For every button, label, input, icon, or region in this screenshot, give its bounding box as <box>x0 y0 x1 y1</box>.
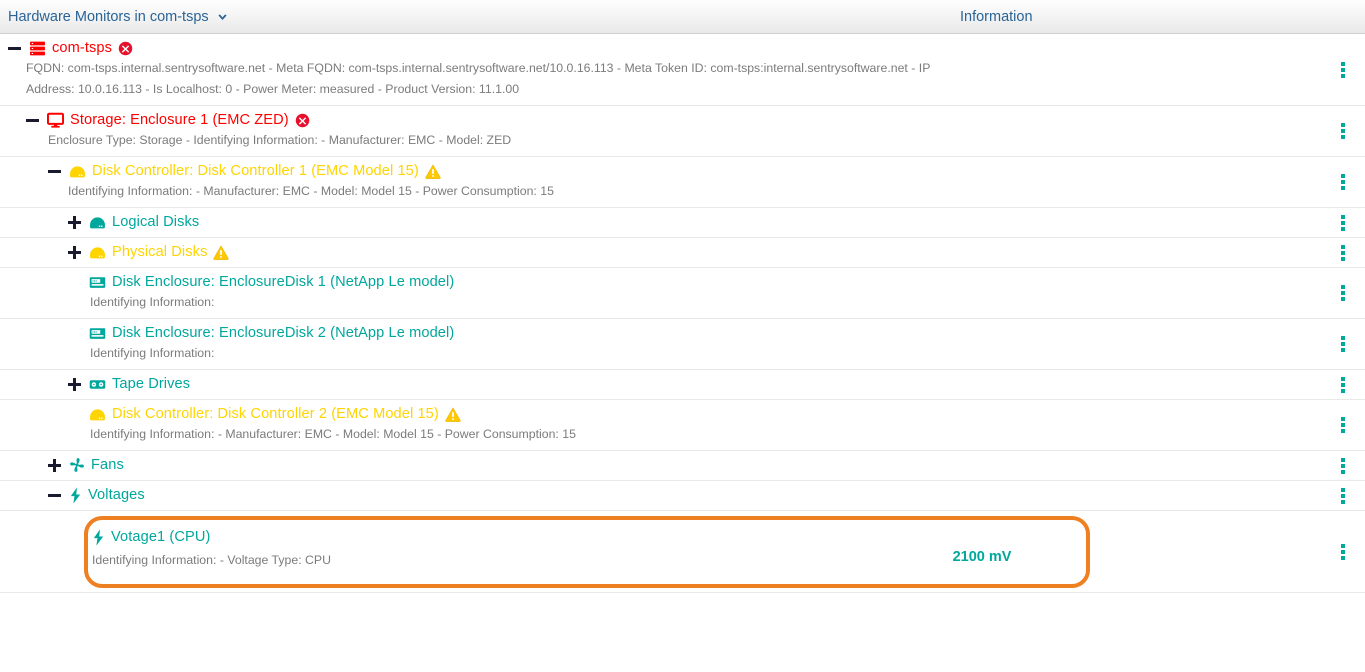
page-title: Hardware Monitors in com-tsps <box>8 9 209 25</box>
chevron-down-icon[interactable] <box>216 11 229 24</box>
disk-controller-icon <box>89 214 106 231</box>
kebab-menu-icon[interactable] <box>1337 458 1349 474</box>
kebab-menu-icon[interactable] <box>1337 285 1349 301</box>
disk-controller-icon <box>89 406 106 423</box>
tree-node-label[interactable]: Fans <box>91 455 124 475</box>
tree-node-detail: Identifying Information: <box>0 343 960 364</box>
disk-controller-icon <box>89 244 106 261</box>
expand-icon[interactable] <box>48 459 61 472</box>
warning-triangle-icon <box>213 245 229 260</box>
kebab-menu-icon[interactable] <box>1337 123 1349 139</box>
monitor-display-icon <box>47 112 64 129</box>
error-badge-icon <box>295 113 310 128</box>
collapse-icon[interactable] <box>48 489 61 502</box>
tree-row-fans[interactable]: Fans <box>0 451 1365 481</box>
tree-node-detail: Identifying Information: - Voltage Type:… <box>92 547 882 567</box>
tree-node-label[interactable]: com-tsps <box>52 38 112 58</box>
tree-node-label[interactable]: Logical Disks <box>112 212 199 232</box>
information-column-header: Information <box>960 9 1033 25</box>
expand-icon[interactable] <box>68 246 81 259</box>
tree-node-label[interactable]: Disk Controller: Disk Controller 1 (EMC … <box>92 161 419 181</box>
kebab-menu-icon[interactable] <box>1337 245 1349 261</box>
kebab-menu-icon[interactable] <box>1337 174 1349 190</box>
disk-enclosure-icon <box>89 325 106 342</box>
kebab-menu-icon[interactable] <box>1337 215 1349 231</box>
fan-icon <box>69 457 85 473</box>
kebab-menu-icon[interactable] <box>1337 62 1349 78</box>
tree-node-label[interactable]: Storage: Enclosure 1 (EMC ZED) <box>70 110 289 130</box>
tree-node-detail: Enclosure Type: Storage - Identifying In… <box>0 130 960 151</box>
tape-drive-icon <box>89 376 106 393</box>
tree-node-label[interactable]: Disk Controller: Disk Controller 2 (EMC … <box>112 404 439 424</box>
kebab-menu-icon[interactable] <box>1337 417 1349 433</box>
error-badge-icon <box>118 41 133 56</box>
tree-row-com-tsps[interactable]: com-tspsFQDN: com-tsps.internal.sentryso… <box>0 34 1365 106</box>
tree-row-disk-controller-2[interactable]: Disk Controller: Disk Controller 2 (EMC … <box>0 400 1365 451</box>
expand-icon[interactable] <box>68 216 81 229</box>
tree-node-detail: Identifying Information: - Manufacturer:… <box>0 181 960 202</box>
voltage-bolt-icon <box>69 487 82 504</box>
tree-row-physical-disks[interactable]: Physical Disks <box>0 238 1365 268</box>
tree-row-tape-drives[interactable]: Tape Drives <box>0 370 1365 400</box>
tree-row-votage1-cpu[interactable]: Votage1 (CPU)Identifying Information: - … <box>0 511 1365 593</box>
voltage-bolt-icon <box>92 529 105 546</box>
hardware-monitors-dropdown[interactable]: Hardware Monitors in com-tsps <box>8 9 229 25</box>
toggle-spacer <box>68 276 81 289</box>
tree-row-disk-enclosure-1[interactable]: Disk Enclosure: EnclosureDisk 1 (NetApp … <box>0 268 1365 319</box>
tree-node-detail: FQDN: com-tsps.internal.sentrysoftware.n… <box>0 58 960 100</box>
disk-enclosure-icon <box>89 274 106 291</box>
hardware-monitor-tree: com-tspsFQDN: com-tsps.internal.sentryso… <box>0 34 1365 593</box>
tree-row-storage-enclosure-1[interactable]: Storage: Enclosure 1 (EMC ZED)Enclosure … <box>0 106 1365 157</box>
tree-row-disk-enclosure-2[interactable]: Disk Enclosure: EnclosureDisk 2 (NetApp … <box>0 319 1365 370</box>
collapse-icon[interactable] <box>8 42 21 55</box>
tree-node-label[interactable]: Physical Disks <box>112 242 207 262</box>
page-header: Hardware Monitors in com-tsps Informatio… <box>0 0 1365 34</box>
tree-row-disk-controller-1[interactable]: Disk Controller: Disk Controller 1 (EMC … <box>0 157 1365 208</box>
warning-triangle-icon <box>425 164 441 179</box>
kebab-menu-icon[interactable] <box>1337 377 1349 393</box>
tree-node-detail: Identifying Information: <box>0 292 960 313</box>
tree-node-label[interactable]: Disk Enclosure: EnclosureDisk 2 (NetApp … <box>112 323 454 343</box>
tree-row-voltages[interactable]: Voltages <box>0 481 1365 511</box>
toggle-spacer <box>68 327 81 340</box>
expand-icon[interactable] <box>68 378 81 391</box>
kebab-menu-icon[interactable] <box>1337 544 1349 560</box>
tree-node-detail: Identifying Information: - Manufacturer:… <box>0 424 960 445</box>
voltage-value: 2100 mV <box>882 527 1082 565</box>
collapse-icon[interactable] <box>26 114 39 127</box>
warning-triangle-icon <box>445 407 461 422</box>
collapse-icon[interactable] <box>48 165 61 178</box>
tree-node-label[interactable]: Voltages <box>88 485 145 505</box>
kebab-menu-icon[interactable] <box>1337 488 1349 504</box>
kebab-menu-icon[interactable] <box>1337 336 1349 352</box>
tree-node-label[interactable]: Disk Enclosure: EnclosureDisk 1 (NetApp … <box>112 272 454 292</box>
tree-node-label[interactable]: Votage1 (CPU) <box>111 527 210 547</box>
server-stack-icon <box>29 40 46 57</box>
tree-row-logical-disks[interactable]: Logical Disks <box>0 208 1365 238</box>
toggle-spacer <box>68 408 81 421</box>
tree-node-label[interactable]: Tape Drives <box>112 374 190 394</box>
disk-controller-icon <box>69 163 86 180</box>
